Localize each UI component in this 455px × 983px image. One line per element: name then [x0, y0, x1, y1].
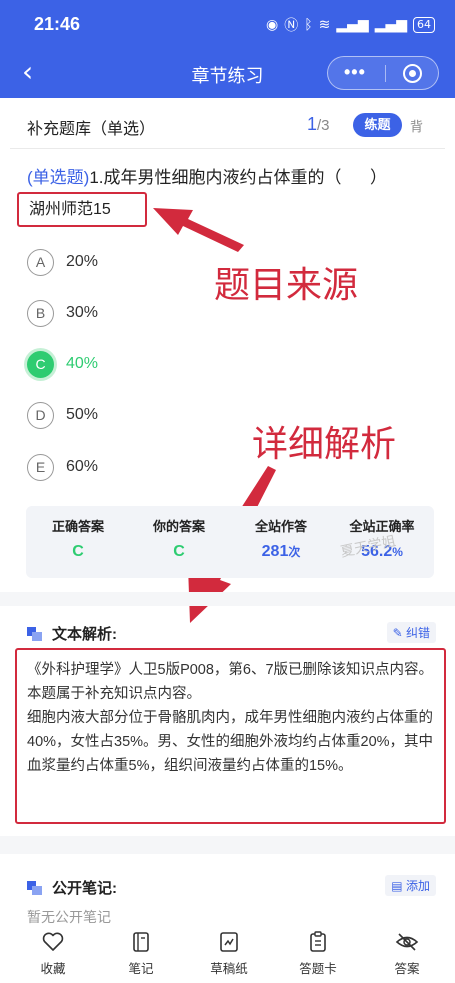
source-annotation: 题目来源	[214, 265, 359, 306]
tab-label: 收藏	[40, 962, 66, 976]
mini-program-capsule: •••	[327, 56, 439, 90]
divider	[10, 148, 445, 149]
analysis-text: 《外科护理学》人卫5版P008，第6、7版已删除该知识点内容。本题属于补充知识点…	[15, 648, 446, 824]
question-header: 补充题库（单选） 1/3 练题 背	[0, 98, 455, 148]
question-blank: ）	[370, 168, 387, 187]
tab-label: 答题卡	[299, 962, 337, 976]
analysis-title: 文本解析:	[27, 623, 117, 644]
report-error-button[interactable]: ✎ 纠错	[386, 622, 436, 643]
option-text: 50%	[66, 406, 99, 423]
tab-favorite[interactable]: 收藏	[18, 929, 88, 977]
stat-correct-answer: 正确答案 C	[28, 516, 128, 561]
stat-your-answer: 你的答案 C	[129, 516, 229, 561]
option-b[interactable]: B 30%	[27, 299, 98, 327]
mode-switch: 练题 背	[353, 113, 435, 137]
pager-current: 1	[307, 114, 318, 134]
bluetooth-icon: ᛒ	[304, 17, 313, 33]
status-time: 21:46	[34, 14, 81, 34]
option-text: 20%	[66, 253, 99, 270]
battery-icon: 64	[413, 17, 435, 33]
close-program-button[interactable]	[403, 64, 422, 83]
stat-label: 全站作答	[254, 519, 307, 534]
analysis-annotation: 详细解析	[252, 424, 397, 465]
section-square-icon	[27, 880, 43, 895]
option-c-correct[interactable]: C 40%	[27, 350, 98, 378]
option-letter: D	[27, 401, 54, 429]
report-error-label: 纠错	[405, 626, 430, 640]
stat-label: 你的答案	[152, 519, 205, 534]
stat-label: 正确答案	[51, 519, 104, 534]
stat-value: 281次	[231, 543, 331, 561]
analysis-title-text: 文本解析:	[52, 626, 117, 643]
add-note-icon: ▤	[391, 879, 403, 893]
more-button[interactable]: •••	[344, 62, 366, 83]
answer-card-icon	[283, 929, 353, 955]
stat-value: C	[173, 543, 185, 560]
tab-label: 答案	[394, 962, 420, 976]
stat-unit: 次	[288, 545, 301, 559]
stat-site-answers: 全站作答 281次	[231, 516, 331, 561]
option-letter: E	[27, 453, 54, 481]
draft-paper-icon	[194, 929, 264, 955]
nav-header: ‹ 章节练习 •••	[0, 50, 455, 98]
option-text: 40%	[66, 355, 99, 372]
question-bank-label: 补充题库（单选）	[27, 121, 156, 138]
question-pager: 1/3	[307, 114, 330, 135]
eye-icon: ◉	[266, 17, 279, 33]
heart-icon	[18, 929, 88, 955]
section-gap	[0, 836, 455, 854]
stat-value: C	[72, 543, 84, 560]
mode-recite-tab[interactable]: 背	[410, 116, 423, 135]
question-type: (单选题)	[27, 168, 90, 187]
question-stem: 1.成年男性细胞内液约占体重的（	[89, 168, 342, 187]
tab-label: 笔记	[128, 962, 154, 976]
tab-label: 草稿纸	[210, 962, 248, 976]
question-source: 湖州师范15	[17, 192, 147, 227]
edit-icon: ✎	[392, 626, 403, 640]
section-gap	[0, 592, 455, 606]
option-e[interactable]: E 60%	[27, 453, 98, 481]
option-text: 60%	[66, 458, 99, 475]
arrow-to-source	[153, 208, 244, 252]
stat-number: 281	[261, 543, 289, 560]
add-note-button[interactable]: ▤ 添加	[385, 875, 436, 896]
question-text: (单选题)1.成年男性细胞内液约占体重的（	[27, 163, 342, 188]
status-bar: 21:46 ◉ Ⓝ ᛒ ≋ ▂▄▆ ▂▄▆ 64	[0, 0, 455, 50]
tab-draft[interactable]: 草稿纸	[194, 929, 264, 977]
option-a[interactable]: A 20%	[27, 248, 98, 276]
notes-title-text: 公开笔记:	[52, 880, 117, 897]
option-text: 30%	[66, 304, 99, 321]
tab-answer-card[interactable]: 答题卡	[283, 929, 353, 977]
option-letter: B	[27, 299, 54, 327]
capsule-divider	[385, 65, 386, 82]
notebook-icon	[106, 929, 176, 955]
section-square-icon	[27, 626, 43, 641]
tab-answer[interactable]: 答案	[372, 929, 442, 977]
status-icons: ◉ Ⓝ ᛒ ≋ ▂▄▆ ▂▄▆ 64	[266, 15, 435, 35]
top-bar: 21:46 ◉ Ⓝ ᛒ ≋ ▂▄▆ ▂▄▆ 64 ‹ 章节练习 •••	[0, 0, 455, 98]
notes-empty-text: 暂无公开笔记	[27, 909, 111, 925]
option-letter: C	[27, 350, 54, 378]
add-note-label: 添加	[405, 879, 430, 893]
pager-total: /3	[317, 117, 330, 134]
tab-notes[interactable]: 笔记	[106, 929, 176, 977]
mode-practice-tab[interactable]: 练题	[353, 113, 402, 137]
option-d[interactable]: D 50%	[27, 401, 98, 429]
signal-icon: ▂▄▆	[336, 17, 369, 33]
wifi-icon: ≋	[318, 17, 331, 33]
option-letter: A	[27, 248, 54, 276]
notes-title: 公开笔记:	[27, 877, 117, 898]
eye-off-icon	[372, 929, 442, 955]
nfc-icon: Ⓝ	[284, 18, 299, 34]
signal-icon-2: ▂▄▆	[374, 17, 407, 33]
bottom-toolbar: 收藏 笔记 草稿纸 答题卡 答案	[0, 925, 455, 983]
